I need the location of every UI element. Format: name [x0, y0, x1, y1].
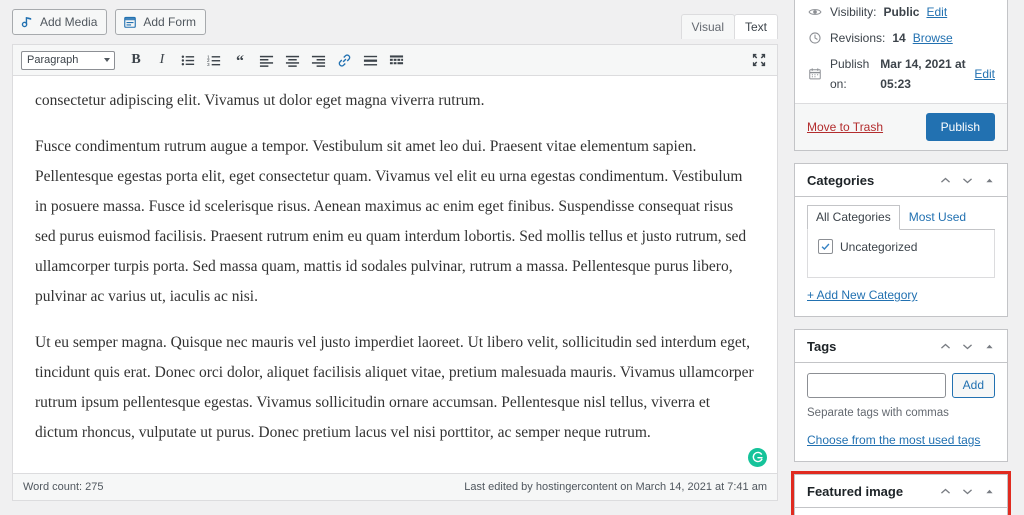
tags-body: Add Separate tags with commas Choose fro…: [795, 363, 1007, 461]
visibility-label: Visibility:: [830, 5, 877, 19]
link-icon[interactable]: [333, 49, 355, 71]
clock-icon: [807, 30, 823, 46]
chevron-up-icon[interactable]: [935, 170, 955, 190]
categories-list: Uncategorized: [807, 230, 995, 278]
revisions-browse-link[interactable]: Browse: [913, 28, 953, 48]
category-label: Uncategorized: [840, 239, 918, 254]
add-new-category-link[interactable]: + Add New Category: [807, 288, 917, 302]
panel-controls: [935, 336, 999, 356]
grammarly-icon[interactable]: [748, 448, 767, 467]
tags-input-row: Add: [807, 373, 995, 398]
visibility-value: Public: [883, 5, 920, 19]
categories-title: Categories: [807, 172, 875, 188]
publish-panel: Visibility: Public Edit Revisions: 14 Br…: [794, 0, 1008, 151]
wordpress-classic-editor: Add Media Add Form Visual Text Paragraph…: [0, 0, 1024, 515]
add-tag-button[interactable]: Add: [951, 373, 995, 398]
editor-column: Add Media Add Form Visual Text Paragraph…: [0, 0, 790, 515]
numbered-list-icon[interactable]: 1 2 3: [203, 49, 225, 71]
align-center-icon[interactable]: [281, 49, 303, 71]
fullscreen-icon[interactable]: [749, 50, 769, 70]
chevron-up-icon[interactable]: [935, 481, 955, 501]
paragraph-format-value: Paragraph: [27, 54, 79, 66]
toolbar-toggle-icon[interactable]: [385, 49, 407, 71]
tags-hint: Separate tags with commas: [807, 407, 949, 419]
paragraph-format-select[interactable]: Paragraph: [21, 50, 115, 70]
insert-read-more-icon[interactable]: [359, 49, 381, 71]
tab-all-categories[interactable]: All Categories: [807, 205, 900, 230]
tags-title: Tags: [807, 338, 837, 354]
add-form-button[interactable]: Add Form: [115, 9, 207, 35]
featured-image-panel: Featured image Set featured image: [791, 471, 1011, 515]
editor-frame: Paragraph B I 1 2 3 “ consectetur adipis…: [12, 44, 778, 501]
chevron-down-icon[interactable]: [957, 336, 977, 356]
post-content-editable[interactable]: consectetur adipiscing elit. Vivamus ut …: [13, 76, 777, 473]
move-to-trash-link[interactable]: Move to Trash: [807, 120, 883, 134]
collapse-toggle-icon[interactable]: [979, 336, 999, 356]
revisions-value: 14: [892, 31, 906, 45]
collapse-toggle-icon[interactable]: [979, 481, 999, 501]
tab-text[interactable]: Text: [733, 14, 778, 39]
editor-status-bar: Word count: 275 Last edited by hostinger…: [13, 473, 777, 500]
align-left-icon[interactable]: [255, 49, 277, 71]
category-item-uncategorized[interactable]: Uncategorized: [818, 239, 984, 254]
publish-date-label: Publish on:: [830, 57, 870, 91]
bold-icon[interactable]: B: [125, 49, 147, 71]
chevron-down-icon: [104, 58, 110, 62]
chevron-down-icon[interactable]: [957, 170, 977, 190]
most-used-tags-link[interactable]: Choose from the most used tags: [807, 433, 980, 447]
content-paragraph: Ut eu semper magna. Quisque nec mauris v…: [35, 334, 754, 441]
categories-body: All Categories Most Used Uncategorized +…: [795, 197, 1007, 316]
bulleted-list-icon[interactable]: [177, 49, 199, 71]
publish-actions: Move to Trash Publish: [795, 103, 1007, 150]
word-count: Word count: 275: [23, 481, 104, 493]
visibility-edit-link[interactable]: Edit: [926, 2, 947, 22]
editor-mode-tabs: Visual Text: [680, 14, 778, 39]
chevron-down-icon[interactable]: [957, 481, 977, 501]
tab-most-used[interactable]: Most Used: [900, 205, 975, 230]
visibility-row: Visibility: Public Edit: [807, 0, 995, 25]
add-media-label: Add Media: [40, 15, 98, 29]
checkbox-icon[interactable]: [818, 239, 833, 254]
blockquote-icon[interactable]: “: [229, 49, 251, 71]
tags-input[interactable]: [807, 373, 946, 398]
svg-text:3: 3: [207, 62, 210, 67]
media-icon: [20, 15, 34, 29]
content-paragraph: Fusce condimentum rutrum augue a tempor.…: [35, 138, 747, 305]
media-buttons-bar: Add Media Add Form: [0, 0, 790, 44]
publish-date-value: Mar 14, 2021 at 05:23: [880, 57, 966, 91]
tags-panel: Tags Add Separate tags with commas Choos…: [794, 329, 1008, 462]
collapse-toggle-icon[interactable]: [979, 170, 999, 190]
sidebar: Visibility: Public Edit Revisions: 14 Br…: [790, 0, 1024, 515]
calendar-icon: [807, 66, 823, 82]
panel-controls: [935, 170, 999, 190]
form-icon: [123, 15, 137, 29]
featured-image-title: Featured image: [807, 483, 904, 499]
formatting-toolbar: Paragraph B I 1 2 3 “: [13, 45, 777, 76]
publish-date-row: Publish on: Mar 14, 2021 at 05:23 Edit: [807, 51, 995, 97]
last-edited: Last edited by hostingercontent on March…: [464, 481, 767, 493]
categories-tabs: All Categories Most Used: [807, 205, 995, 230]
publish-date-edit-link[interactable]: Edit: [974, 64, 995, 84]
tab-visual[interactable]: Visual: [680, 14, 735, 39]
categories-panel-header: Categories: [795, 164, 1007, 197]
featured-image-body: Set featured image: [795, 508, 1007, 515]
align-right-icon[interactable]: [307, 49, 329, 71]
chevron-up-icon[interactable]: [935, 336, 955, 356]
panel-controls: [935, 481, 999, 501]
publish-button[interactable]: Publish: [925, 113, 995, 141]
content-paragraph: consectetur adipiscing elit. Vivamus ut …: [35, 92, 485, 109]
add-media-button[interactable]: Add Media: [12, 9, 108, 35]
categories-panel: Categories All Categories Most Used Unca…: [794, 163, 1008, 317]
add-form-label: Add Form: [143, 15, 197, 29]
italic-icon[interactable]: I: [151, 49, 173, 71]
tags-panel-header: Tags: [795, 330, 1007, 363]
revisions-row: Revisions: 14 Browse: [807, 25, 995, 51]
eye-icon: [807, 4, 823, 20]
featured-image-panel-header: Featured image: [795, 475, 1007, 508]
revisions-label: Revisions:: [830, 31, 886, 45]
